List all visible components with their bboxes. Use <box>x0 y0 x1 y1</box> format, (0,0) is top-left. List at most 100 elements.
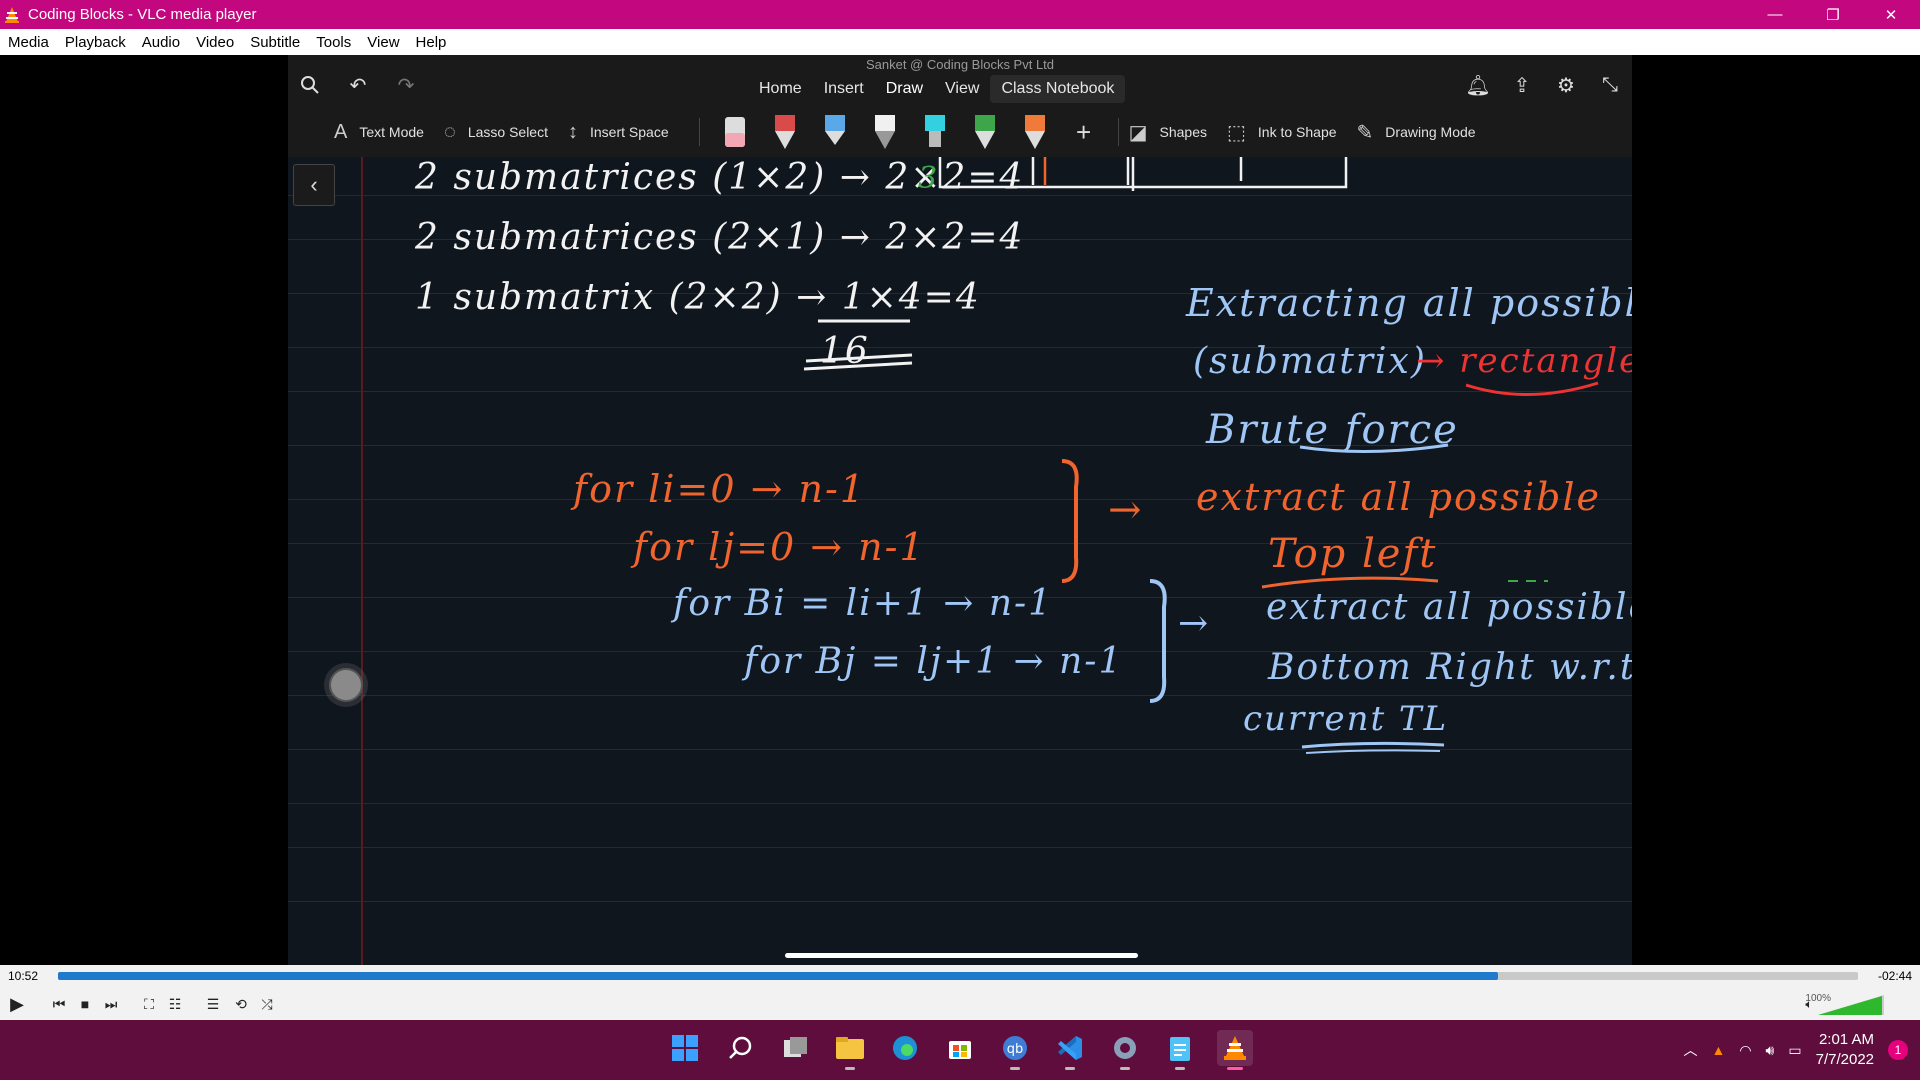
volume-slider[interactable]: 100% <box>1805 993 1886 1017</box>
pen-white-icon <box>874 115 895 149</box>
menu-bar: Media Playback Audio Video Subtitle Tool… <box>0 29 1920 55</box>
shapes-tool: ◪ Shapes <box>1129 120 1207 145</box>
ribbon-divider <box>1117 118 1119 146</box>
clock-time: 2:01 AM <box>1818 1031 1874 1048</box>
stop-icon[interactable]: ■ <box>74 993 96 1015</box>
ink-to-shape-label: Ink to Shape <box>1257 124 1337 140</box>
note-current-tl: current TL <box>1243 699 1449 739</box>
task-view-icon[interactable] <box>778 1030 814 1066</box>
pen-red-icon <box>774 115 795 149</box>
rule-line <box>288 901 1632 902</box>
insert-space-tool: ↕ Insert Space <box>568 121 669 144</box>
menu-audio[interactable]: Audio <box>134 34 188 51</box>
eraser-icon <box>724 117 745 147</box>
draw-ribbon: A Text Mode ◌ Lasso Select ↕ Insert Spac… <box>288 109 1632 155</box>
note-underlines <box>1299 381 1599 454</box>
restore-button[interactable]: ❐ <box>1804 0 1862 29</box>
seek-bar[interactable] <box>58 972 1858 980</box>
tab-class-notebook: Class Notebook <box>990 75 1126 103</box>
current-tl-underline <box>1301 741 1445 754</box>
play-icon[interactable]: ▶ <box>6 993 28 1015</box>
vscode-icon[interactable] <box>1052 1030 1088 1070</box>
text-mode-label: Text Mode <box>359 124 424 140</box>
note-loop-li: for li=0 → n-1 <box>573 467 866 511</box>
tab-insert: Insert <box>823 80 864 97</box>
clock[interactable]: 2:01 AM 7/7/2022 <box>1816 1030 1874 1070</box>
note-loop-lj: for lj=0 → n-1 <box>633 525 926 569</box>
note-line-2: 2 submatrices (2×1) → 2×2=4 <box>415 217 1025 258</box>
vlc-taskbar-icon[interactable] <box>1217 1030 1253 1070</box>
onenote-toolbar: Sanket @ Coding Blocks Pvt Ltd ↶ ↷ Home … <box>288 55 1632 157</box>
tab-draw: Draw <box>885 80 924 97</box>
shuffle-icon[interactable]: ⤮ <box>256 993 278 1015</box>
pen-green-icon <box>974 115 995 149</box>
menu-video[interactable]: Video <box>188 34 242 51</box>
menu-media[interactable]: Media <box>0 34 57 51</box>
drawing-mode-icon: ✎ <box>1356 121 1374 144</box>
volume-icon[interactable]: 🔊︎ <box>1766 1042 1775 1059</box>
note-arrow-blue: → <box>1178 603 1211 644</box>
fullscreen-icon[interactable]: ⛶ <box>138 993 160 1015</box>
video-area[interactable]: Sanket @ Coding Blocks Pvt Ltd ↶ ↷ Home … <box>0 55 1920 965</box>
note-line-3: 1 submatrix (2×2) → 1×4=4 <box>415 277 981 318</box>
ribbon-divider <box>698 118 700 146</box>
page-margin-line <box>361 157 363 965</box>
menu-subtitle[interactable]: Subtitle <box>242 34 308 51</box>
back-chevron-icon: ‹ <box>293 164 335 206</box>
ink-to-shape-tool: ⬚ Ink to Shape <box>1227 120 1337 145</box>
menu-playback[interactable]: Playback <box>57 34 134 51</box>
running-indicator <box>1175 1067 1185 1070</box>
windows-start-icon[interactable] <box>667 1030 703 1066</box>
settings-icon[interactable] <box>1107 1030 1143 1070</box>
menu-help[interactable]: Help <box>408 34 455 51</box>
shapes-icon: ◪ <box>1128 121 1148 144</box>
elapsed-time: 10:52 <box>8 969 39 983</box>
edge-browser-icon[interactable] <box>887 1030 923 1066</box>
add-pen-icon: + <box>1076 116 1092 147</box>
minimize-button[interactable]: — <box>1746 0 1804 29</box>
note-extracting: Extracting all possible <box>1186 281 1632 325</box>
pen-blue-icon <box>824 115 845 145</box>
note-arrow-orange: → <box>1108 487 1144 533</box>
file-explorer-icon[interactable] <box>832 1030 868 1070</box>
playlist-icon[interactable]: ☰ <box>202 993 224 1015</box>
drawing-mode-tool: ✎ Drawing Mode <box>1357 120 1476 145</box>
running-indicator <box>1120 1067 1130 1070</box>
qbittorrent-icon[interactable]: qb <box>997 1030 1033 1070</box>
battery-icon[interactable]: ▭ <box>1788 1042 1801 1059</box>
previous-icon[interactable]: ⏮ <box>48 993 70 1015</box>
redo-icon: ↷ <box>397 74 415 97</box>
note-extract-tl: extract all possible <box>1196 475 1602 519</box>
bell-icon: 🔔︎ <box>1465 74 1491 97</box>
menu-tools[interactable]: Tools <box>308 34 359 51</box>
close-button[interactable]: ✕ <box>1862 0 1920 29</box>
chevron-up-icon[interactable]: ︿ <box>1683 1040 1697 1060</box>
text-icon: A <box>334 120 348 143</box>
note-number-3: 3 <box>918 161 940 196</box>
gear-icon: ⚙ <box>1557 74 1575 97</box>
next-icon[interactable]: ⏭ <box>100 993 122 1015</box>
search-icon[interactable] <box>723 1030 759 1066</box>
svg-text:qb: qb <box>1007 1042 1024 1057</box>
vlc-tray-icon[interactable]: ▲ <box>1711 1042 1725 1058</box>
orange-brace <box>1061 459 1079 583</box>
loop-icon[interactable]: ⟲ <box>230 993 252 1015</box>
note-loop-bi: for Bi = li+1 → n-1 <box>673 583 1054 624</box>
menu-view[interactable]: View <box>359 34 407 51</box>
ink-to-shape-icon: ⬚ <box>1227 121 1246 144</box>
extended-settings-icon[interactable]: ☷ <box>164 993 186 1015</box>
tab-view: View <box>945 80 980 97</box>
note-bottom-right: Bottom Right w.r.t <box>1268 647 1632 688</box>
system-tray: ︿ ▲ ◠ 🔊︎ ▭ 2:01 AM 7/7/2022 1 <box>1683 1020 1920 1080</box>
microsoft-store-icon[interactable] <box>942 1030 978 1066</box>
lasso-select-tool: ◌ Lasso Select <box>444 121 548 144</box>
wifi-icon[interactable]: ◠ <box>1739 1042 1751 1059</box>
text-mode-tool: A Text Mode <box>334 121 424 144</box>
share-icon: ⇪ <box>1513 74 1531 97</box>
note-loop-bj: for Bj = lj+1 → n-1 <box>744 641 1124 682</box>
notepad-icon[interactable] <box>1162 1030 1198 1070</box>
shapes-label: Shapes <box>1159 124 1207 140</box>
rule-line <box>288 847 1632 848</box>
notification-badge[interactable]: 1 <box>1888 1040 1908 1060</box>
running-indicator <box>1065 1067 1075 1070</box>
